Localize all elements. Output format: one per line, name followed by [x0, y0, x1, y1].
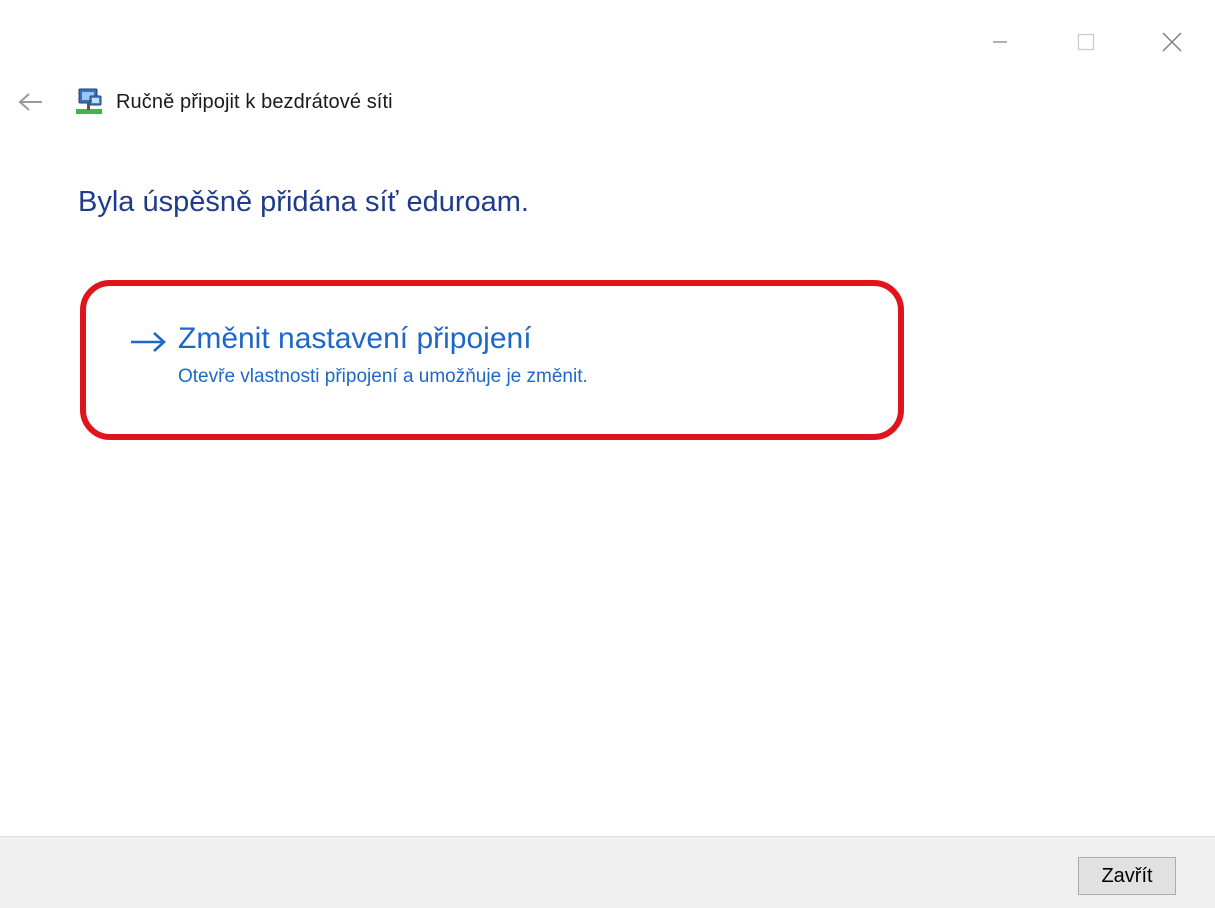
close-button[interactable]: Zavřít	[1078, 857, 1176, 895]
window-controls	[957, 22, 1215, 62]
footer: Zavřít	[0, 836, 1215, 908]
command-link-title: Změnit nastavení připojení	[178, 322, 532, 355]
right-arrow-icon	[131, 332, 166, 352]
command-link-description: Otevře vlastnosti připojení a umožňuje j…	[178, 366, 588, 387]
page-heading: Byla úspěšně přidána síť eduroam.	[78, 186, 529, 218]
minimize-button[interactable]	[957, 22, 1043, 62]
change-connection-settings-link[interactable]: Změnit nastavení připojení Otevře vlastn…	[128, 318, 588, 390]
close-icon	[1162, 32, 1182, 52]
header: Ručně připojit k bezdrátové síti	[18, 84, 393, 120]
back-button[interactable]	[18, 89, 44, 115]
dialog-window: Ručně připojit k bezdrátové síti Byla ús…	[0, 0, 1215, 908]
close-window-button[interactable]	[1129, 22, 1215, 62]
command-link-text: Změnit nastavení připojení Otevře vlastn…	[178, 318, 588, 390]
minimize-icon	[993, 41, 1007, 43]
window-title: Ručně připojit k bezdrátové síti	[116, 90, 393, 113]
network-icon	[76, 88, 102, 114]
maximize-button[interactable]	[1043, 22, 1129, 62]
maximize-icon	[1077, 33, 1095, 51]
back-arrow-icon	[18, 93, 42, 111]
